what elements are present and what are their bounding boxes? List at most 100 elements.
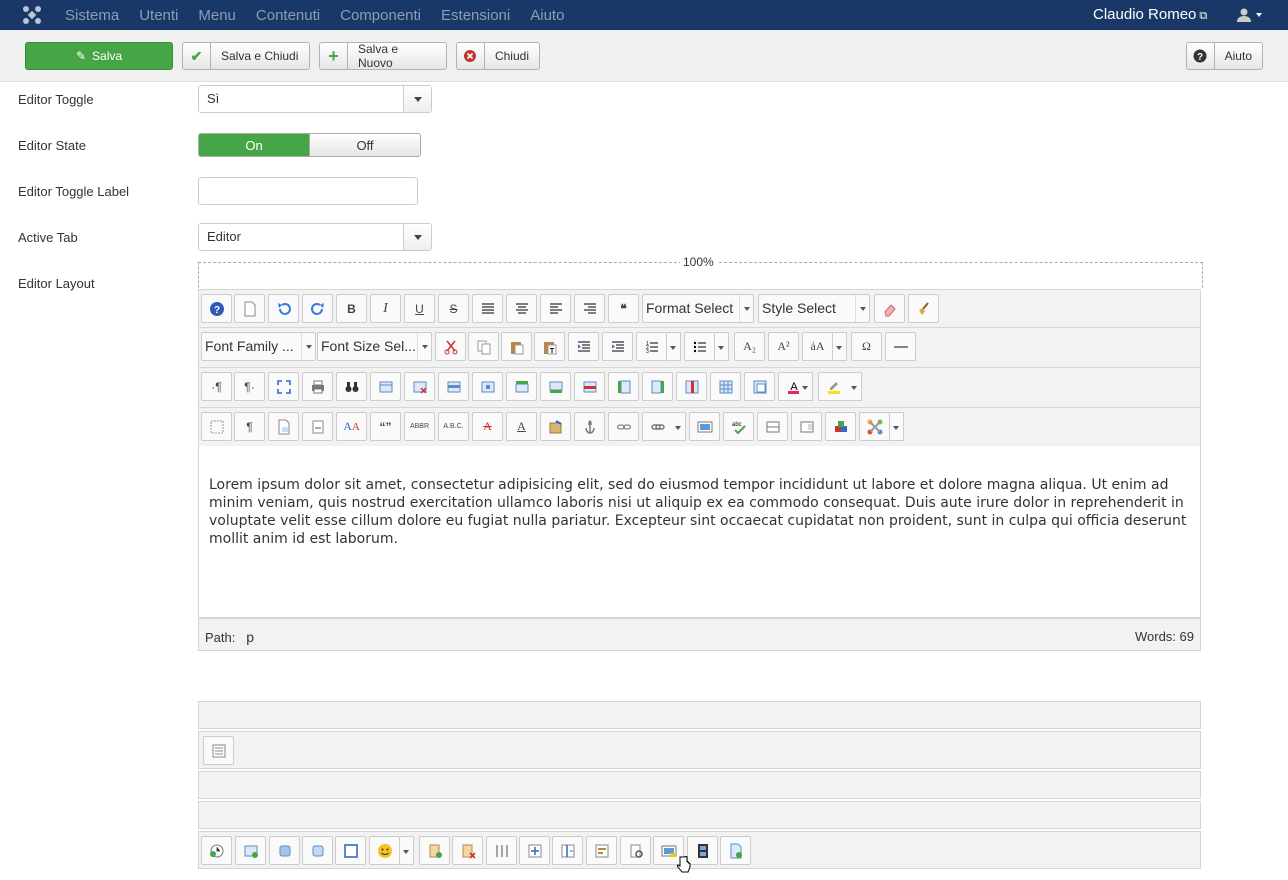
active-tab-select[interactable]: Editor [198, 223, 432, 251]
outdent-icon[interactable] [568, 332, 599, 361]
clock-add-icon[interactable] [201, 836, 232, 865]
editor-content-area[interactable]: Lorem ipsum dolor sit amet, consectetur … [198, 446, 1201, 618]
split-cells-icon[interactable] [710, 372, 741, 401]
extensions-icon[interactable] [825, 412, 856, 441]
abbreviation-icon[interactable]: ABBR [404, 412, 435, 441]
layout-row-empty-1[interactable] [198, 701, 1201, 729]
align-right-icon[interactable] [574, 294, 605, 323]
cut-icon[interactable] [435, 332, 466, 361]
ltr-direction-icon[interactable]: ·¶ [201, 372, 232, 401]
character-map-icon[interactable]: ẚA [802, 332, 833, 361]
insert-column-icon[interactable] [519, 836, 550, 865]
user-icon[interactable] [1236, 7, 1252, 23]
remove-column-icon[interactable] [552, 836, 583, 865]
undo-icon[interactable] [268, 294, 299, 323]
menu-estensioni[interactable]: Estensioni [441, 7, 510, 24]
background-color-dropdown[interactable] [848, 372, 862, 401]
menu-aiuto[interactable]: Aiuto [530, 7, 564, 24]
insert-block-icon[interactable] [235, 836, 266, 865]
print-icon[interactable] [302, 372, 333, 401]
cleanup-broom-icon[interactable] [908, 294, 939, 323]
format-select[interactable]: Format Select [642, 294, 754, 323]
columns-icon[interactable] [486, 836, 517, 865]
image-icon[interactable] [689, 412, 720, 441]
link-dropdown[interactable] [672, 412, 686, 441]
align-left-icon[interactable] [540, 294, 571, 323]
emoticon-dropdown[interactable] [400, 836, 414, 865]
layout-row-empty-2[interactable] [198, 771, 1201, 799]
inserted-text-icon[interactable]: A [506, 412, 537, 441]
preview-icon[interactable] [620, 836, 651, 865]
template-icon[interactable] [268, 412, 299, 441]
indent-icon[interactable] [602, 332, 633, 361]
delete-row-icon[interactable] [574, 372, 605, 401]
strikethrough-icon[interactable]: S [438, 294, 469, 323]
page-break-icon[interactable] [302, 412, 333, 441]
file-manager-icon[interactable] [720, 836, 751, 865]
superscript-icon[interactable]: A² [768, 332, 799, 361]
table-icon[interactable] [370, 372, 401, 401]
insert-col-after-icon[interactable] [642, 372, 673, 401]
delete-file-icon[interactable] [452, 836, 483, 865]
joomla-icon[interactable] [859, 412, 890, 441]
menu-utenti[interactable]: Utenti [139, 7, 178, 24]
bullet-list-dropdown[interactable] [715, 332, 729, 361]
numbered-list-dropdown[interactable] [667, 332, 681, 361]
align-center-icon[interactable] [506, 294, 537, 323]
frame-icon[interactable] [335, 836, 366, 865]
delete-col-icon[interactable] [676, 372, 707, 401]
layout-row-empty-3[interactable] [198, 801, 1201, 829]
underline-icon[interactable]: U [404, 294, 435, 323]
eraser-icon[interactable] [874, 294, 905, 323]
style-props-icon[interactable]: AA [336, 412, 367, 441]
menu-contenuti[interactable]: Contenuti [256, 7, 320, 24]
font-family-select[interactable]: Font Family ... [201, 332, 316, 361]
box-shadow-icon[interactable] [302, 836, 333, 865]
numbered-list-icon[interactable]: 123 [636, 332, 667, 361]
special-char-omega-icon[interactable]: Ω [851, 332, 882, 361]
fullscreen-icon[interactable] [268, 372, 299, 401]
merge-cells-icon[interactable] [744, 372, 775, 401]
blockquote-icon[interactable]: ❝ [608, 294, 639, 323]
text-color-dropdown[interactable] [799, 372, 813, 401]
paste-text-icon[interactable]: T [534, 332, 565, 361]
editor-toggle-select[interactable]: Sì [198, 85, 432, 113]
deleted-text-icon[interactable]: A [472, 412, 503, 441]
search-binoculars-icon[interactable] [336, 372, 367, 401]
table-cell-props-icon[interactable] [472, 372, 503, 401]
bullet-list-icon[interactable] [684, 332, 715, 361]
joomla-dropdown[interactable] [890, 412, 904, 441]
subscript-icon[interactable]: A₂ [734, 332, 765, 361]
bold-icon[interactable]: B [336, 294, 367, 323]
horizontal-rule-icon[interactable] [885, 332, 916, 361]
cite-icon[interactable]: “” [370, 412, 401, 441]
help-button[interactable]: ? Aiuto [1186, 42, 1263, 70]
save-close-button[interactable]: ✔ Salva e Chiudi [182, 42, 310, 70]
insert-row-after-icon[interactable] [540, 372, 571, 401]
insert-row-before-icon[interactable] [506, 372, 537, 401]
close-button[interactable]: Chiudi [456, 42, 540, 70]
new-document-icon[interactable] [234, 294, 265, 323]
link-icon[interactable] [642, 412, 673, 441]
background-color-icon[interactable] [818, 372, 849, 401]
list-layout-icon[interactable] [203, 736, 234, 765]
anchor-icon[interactable] [574, 412, 605, 441]
menu-componenti[interactable]: Componenti [340, 7, 421, 24]
visual-aid-icon[interactable] [201, 412, 232, 441]
insert-col-before-icon[interactable] [608, 372, 639, 401]
state-on-button[interactable]: On [199, 134, 309, 156]
chevron-down-icon[interactable] [1256, 13, 1262, 17]
help-icon[interactable]: ? [201, 294, 232, 323]
save-new-button[interactable]: + Salva e Nuovo [319, 42, 447, 70]
site-link[interactable]: Claudio Romeo ⧉ [1093, 6, 1207, 23]
redo-icon[interactable] [302, 294, 333, 323]
emoticon-icon[interactable] [369, 836, 400, 865]
path-value[interactable]: p [246, 629, 254, 645]
style-select[interactable]: Style Select [758, 294, 870, 323]
show-blocks-icon[interactable]: ¶ [234, 412, 265, 441]
state-off-button[interactable]: Off [309, 134, 420, 156]
menu-sistema[interactable]: Sistema [65, 7, 119, 24]
copy-icon[interactable] [468, 332, 499, 361]
attributes-icon[interactable] [540, 412, 571, 441]
insert-file-icon[interactable] [419, 836, 450, 865]
